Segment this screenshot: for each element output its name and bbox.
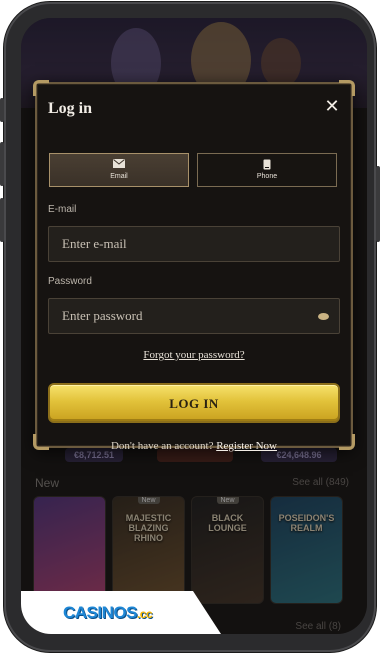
- tab-email-label: Email: [110, 173, 128, 180]
- volume-down-button: [0, 198, 4, 242]
- envelope-icon: [113, 159, 125, 168]
- brand-name: CASINOS: [63, 603, 137, 622]
- volume-up-button: [0, 142, 4, 186]
- power-button: [376, 166, 380, 242]
- register-row: Don't have an account? Register Now: [37, 440, 351, 452]
- email-input[interactable]: [49, 227, 339, 261]
- frame-corner: [33, 80, 49, 96]
- login-button-label: LOG IN: [169, 396, 219, 411]
- modal-title: Log in: [48, 100, 93, 117]
- password-input[interactable]: [49, 299, 339, 333]
- login-method-tabs: Email Phone: [49, 153, 337, 187]
- tab-email[interactable]: Email: [49, 153, 189, 187]
- close-icon[interactable]: ✕: [323, 98, 341, 116]
- password-field[interactable]: [48, 298, 340, 334]
- password-label: Password: [48, 276, 92, 287]
- phone-frame: €8,712.51 €24,648.96 New See all (849) N…: [0, 2, 380, 652]
- login-modal: Log in ✕ Email Phone E-mail Enter e-mail…: [33, 80, 355, 452]
- email-field[interactable]: [48, 226, 340, 262]
- mute-switch: [0, 98, 4, 122]
- phone-icon: [263, 159, 271, 170]
- register-link[interactable]: Register Now: [216, 440, 277, 452]
- forgot-password-link[interactable]: Forgot your password?: [37, 349, 351, 361]
- tab-phone[interactable]: Phone: [197, 153, 337, 187]
- screen: €8,712.51 €24,648.96 New See all (849) N…: [21, 18, 367, 634]
- brand-logo: CASINOS.cc: [63, 603, 153, 623]
- brand-suffix: .cc: [136, 607, 153, 621]
- frame-corner: [339, 80, 355, 96]
- register-prompt: Don't have an account?: [110, 440, 214, 452]
- login-button[interactable]: LOG IN: [48, 383, 340, 423]
- eye-icon[interactable]: [318, 313, 329, 320]
- email-label: E-mail: [48, 204, 77, 215]
- tab-phone-label: Phone: [256, 173, 278, 180]
